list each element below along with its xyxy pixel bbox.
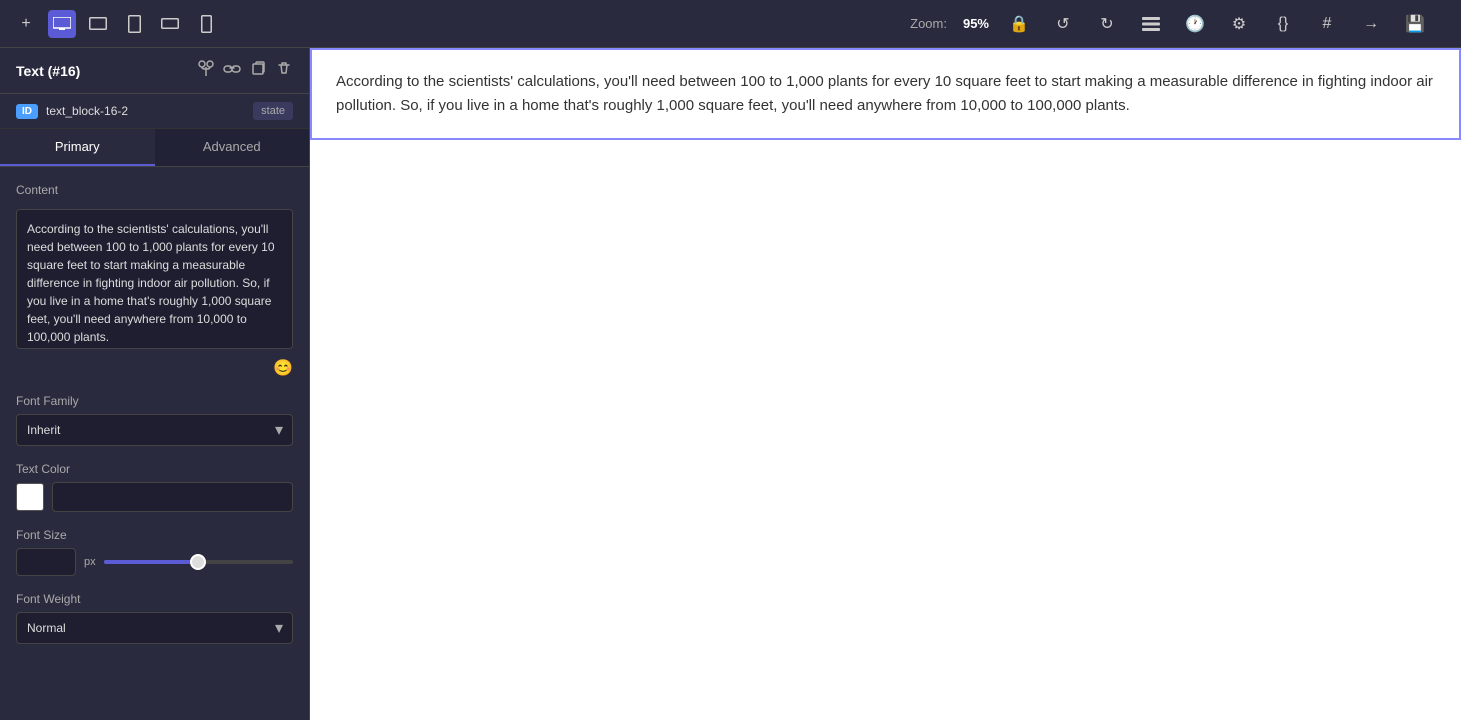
toolbar-right: Zoom: 95% 🔒 ↺ ↻ 🕐 ⚙ {} # → 💾 — [228, 10, 1449, 38]
toolbar-left: + — [12, 10, 220, 38]
sidebar-content: Content 😊 Font Family Inherit — [0, 167, 309, 720]
content-section: Content 😊 — [16, 183, 293, 378]
text-block-wrapper[interactable]: Text According to the scientists' calcul… — [310, 48, 1461, 140]
redo-icon[interactable]: ↻ — [1093, 10, 1121, 38]
element-header: Text (#16) — [0, 48, 309, 94]
settings-icon[interactable]: ⚙ — [1225, 10, 1253, 38]
desktop-tool[interactable] — [48, 10, 76, 38]
delete-icon[interactable] — [275, 60, 293, 81]
export-icon[interactable]: → — [1357, 10, 1385, 38]
font-size-section: Font Size px — [16, 528, 293, 576]
id-row: ID text_block-16-2 state — [0, 94, 309, 129]
main-toolbar: + Zoom: 95% 🔒 ↺ ↻ 🕐 ⚙ {} # → 💾 — [0, 0, 1461, 48]
mobile-portrait-tool[interactable] — [192, 10, 220, 38]
save-icon[interactable]: 💾 — [1401, 10, 1429, 38]
link-icon[interactable] — [223, 60, 241, 81]
history-icon[interactable]: 🕐 — [1181, 10, 1209, 38]
undo-icon[interactable]: ↺ — [1049, 10, 1077, 38]
main-area: Text (#16) ID text_block-16-2 state — [0, 48, 1461, 720]
lock-icon[interactable]: 🔒 — [1005, 10, 1033, 38]
duplicate-icon[interactable] — [249, 60, 267, 81]
canvas-text-block[interactable]: According to the scientists' calculation… — [310, 48, 1461, 140]
text-color-section: Text Color — [16, 462, 293, 512]
zoom-label: Zoom: — [910, 16, 947, 31]
font-size-label: Font Size — [16, 528, 293, 542]
element-title: Text (#16) — [16, 63, 80, 79]
text-color-input[interactable] — [52, 482, 293, 512]
id-badge: ID — [16, 104, 38, 119]
font-size-unit: px — [84, 556, 96, 568]
emoji-button[interactable]: 😊 — [273, 358, 293, 378]
element-actions — [197, 60, 293, 81]
tab-primary[interactable]: Primary — [0, 129, 155, 166]
font-weight-select-wrapper: Normal Bold — [16, 612, 293, 644]
font-family-section: Font Family Inherit — [16, 394, 293, 446]
id-value: text_block-16-2 — [46, 104, 245, 118]
text-color-swatch[interactable] — [16, 483, 44, 511]
code-icon[interactable]: {} — [1269, 10, 1297, 38]
canvas[interactable]: Text According to the scientists' calcul… — [310, 48, 1461, 720]
content-label: Content — [16, 183, 293, 197]
parent-icon[interactable] — [197, 60, 215, 81]
mobile-landscape-tool[interactable] — [156, 10, 184, 38]
font-size-slider-wrapper — [104, 552, 293, 572]
font-size-input[interactable] — [16, 548, 76, 576]
font-weight-select[interactable]: Normal Bold — [16, 612, 293, 644]
canvas-text-content: According to the scientists' calculation… — [336, 73, 1433, 114]
tab-advanced[interactable]: Advanced — [155, 129, 310, 166]
font-weight-label: Font Weight — [16, 592, 293, 606]
sidebar: Text (#16) ID text_block-16-2 state — [0, 48, 310, 720]
font-weight-section: Font Weight Normal Bold — [16, 592, 293, 644]
font-family-label: Font Family — [16, 394, 293, 408]
layers-icon[interactable] — [1137, 10, 1165, 38]
textarea-footer: 😊 — [16, 358, 293, 378]
font-size-row: px — [16, 548, 293, 576]
tablet-landscape-tool[interactable] — [84, 10, 112, 38]
canvas-inner: Text According to the scientists' calcul… — [310, 48, 1461, 720]
content-textarea[interactable] — [16, 209, 293, 349]
state-button[interactable]: state — [253, 102, 293, 120]
tablet-portrait-tool[interactable] — [120, 10, 148, 38]
zoom-value[interactable]: 95% — [963, 16, 989, 31]
grid-icon[interactable]: # — [1313, 10, 1341, 38]
text-color-row — [16, 482, 293, 512]
add-tool[interactable]: + — [12, 10, 40, 38]
tabs: Primary Advanced — [0, 129, 309, 167]
font-family-select[interactable]: Inherit — [16, 414, 293, 446]
font-family-select-wrapper: Inherit — [16, 414, 293, 446]
text-color-label: Text Color — [16, 462, 293, 476]
